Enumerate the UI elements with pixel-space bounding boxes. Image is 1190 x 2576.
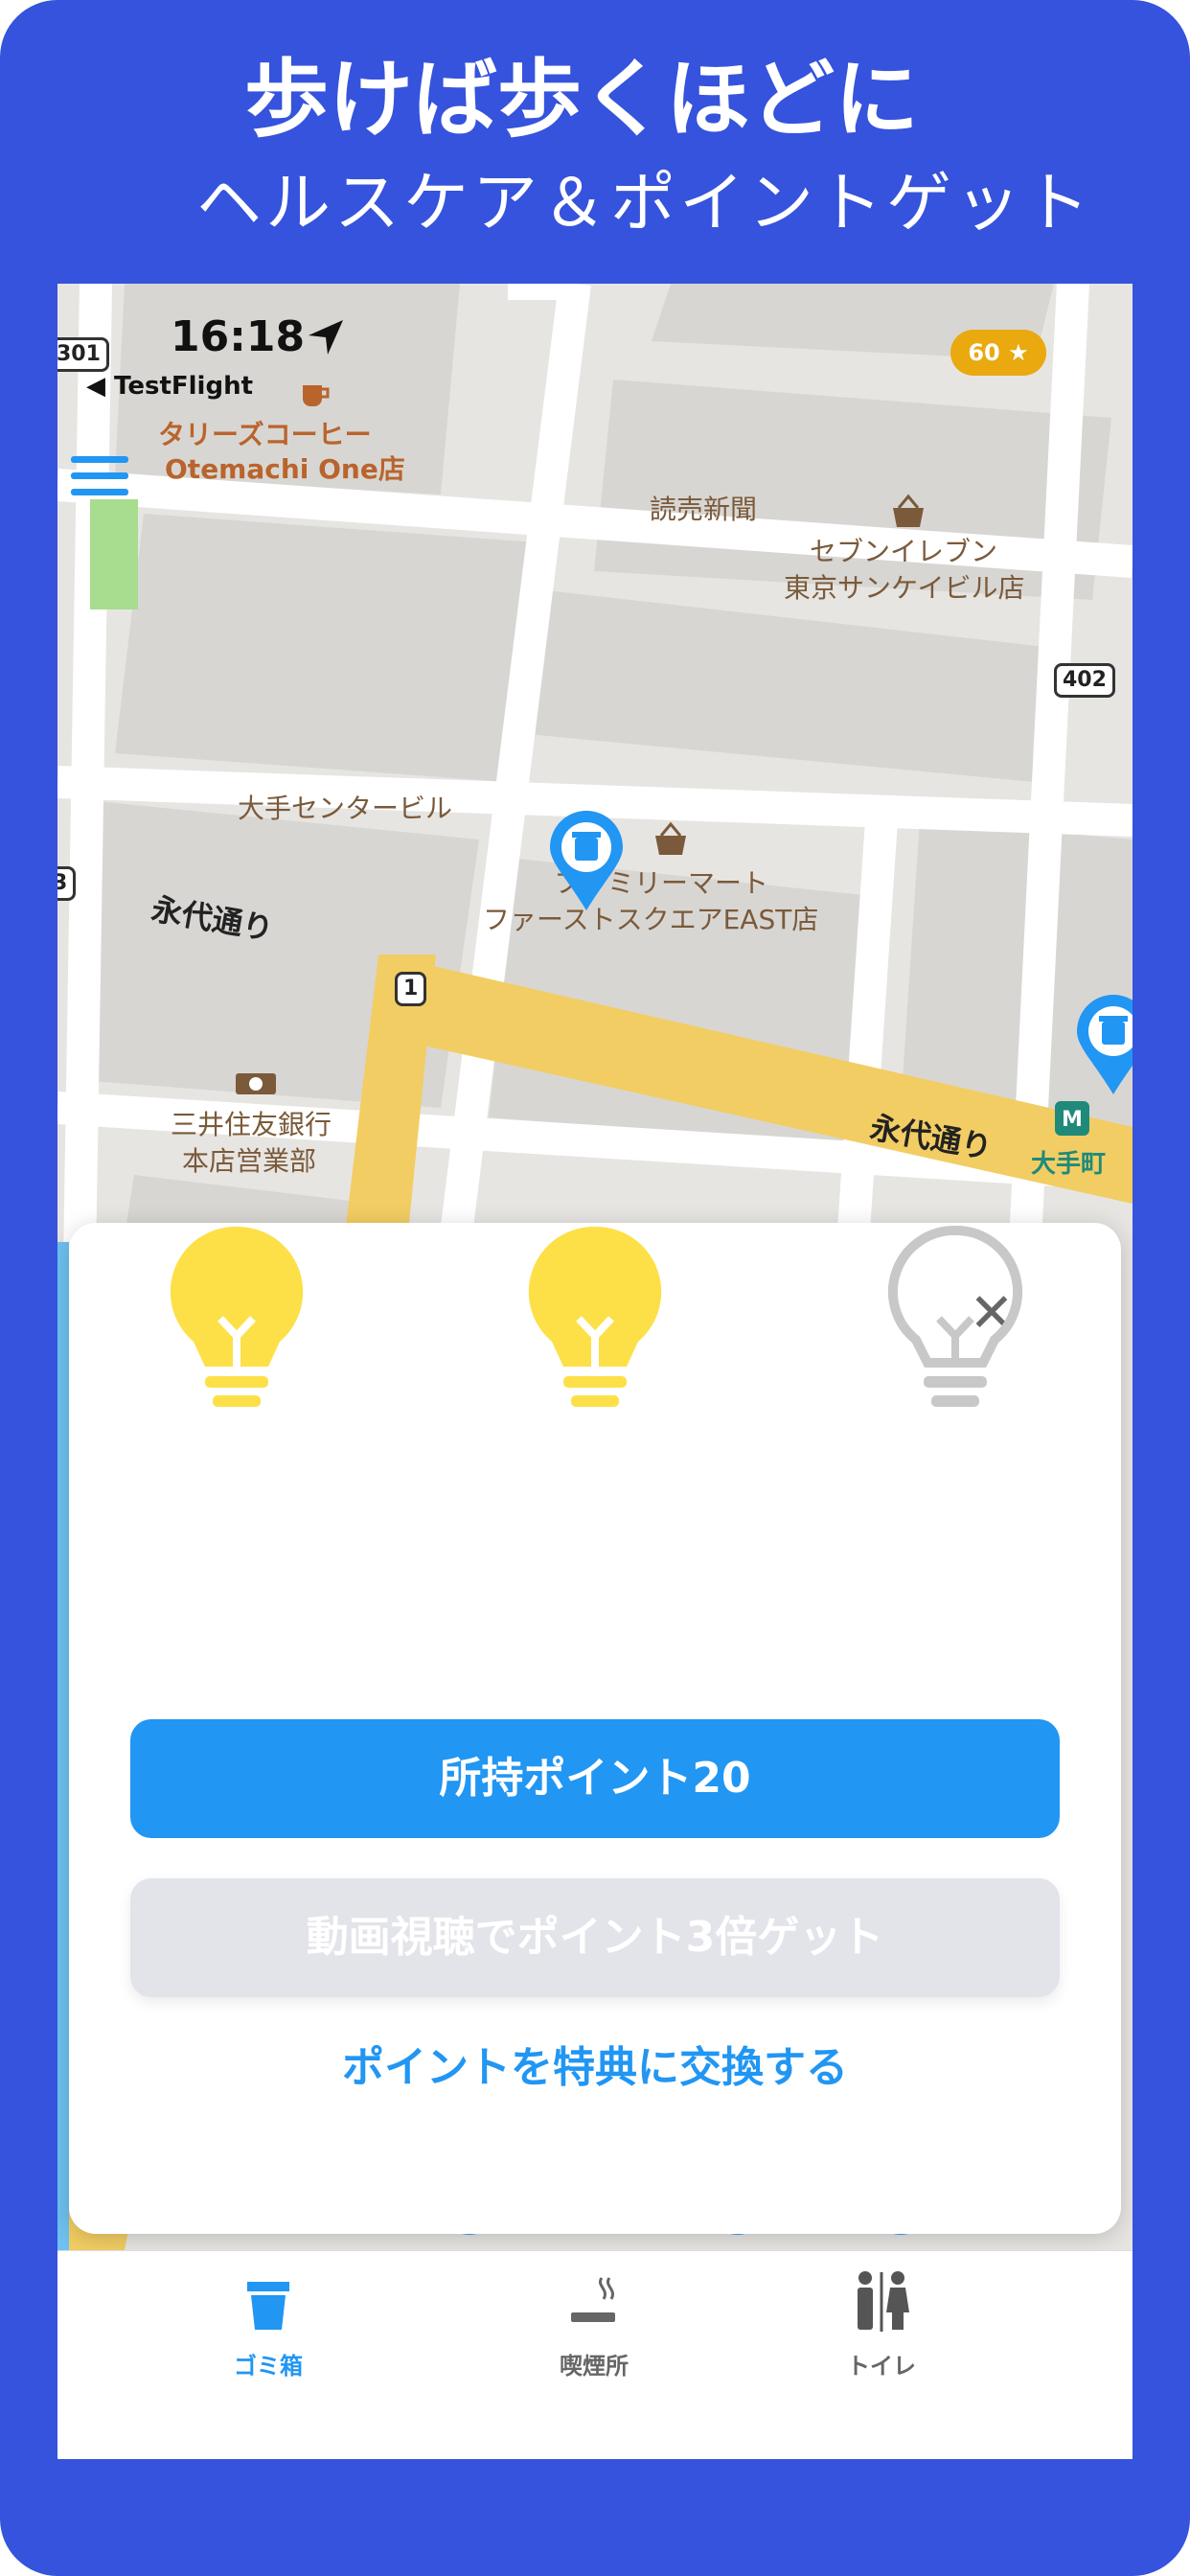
metro-station-icon: M [1055,1101,1089,1136]
status-time: 16:18 [171,312,306,361]
map-label-smbc-1: 三井住友銀行 [171,1109,332,1140]
coffee-icon [303,385,330,406]
tab-restroom[interactable]: トイレ [786,2268,977,2380]
shopping-basket-icon [655,821,686,855]
star-badge[interactable]: 60 ★ [950,330,1046,376]
tab-bar: ゴミ箱 喫煙所 トイレ [57,2250,1133,2459]
tab-label: ゴミ箱 [234,2353,303,2380]
route-shield-1: 1 [395,972,427,1006]
trash-map-pin[interactable] [1073,993,1133,1098]
testflight-back-link[interactable]: ◀ TestFlight [86,372,253,401]
phone-screen: 16:18 ◀ TestFlight 60 ★ タリーズコーヒー Otemach… [57,284,1133,2459]
map-label-station: 大手町 [1031,1150,1107,1179]
exchange-points-link[interactable]: ポイントを特典に交換する [69,2033,1121,2094]
map-label-smbc-2: 本店営業部 [182,1145,317,1177]
map-view[interactable]: 16:18 ◀ TestFlight 60 ★ タリーズコーヒー Otemach… [57,284,1133,2250]
map-label-seven-1: セブンイレブン [810,536,998,567]
promo-background: 歩けば歩くほどに ヘルスケア＆ポイントゲット 16:18 ◀ TestFligh… [0,0,1190,2576]
lightbulb-lit-icon [170,1226,304,1407]
tab-smoking[interactable]: 喫煙所 [498,2268,690,2380]
route-shield-301: 301 [57,337,109,372]
bank-icon [236,1073,276,1094]
restroom-icon [858,2271,909,2332]
smoking-icon [571,2277,615,2322]
map-label-famima-2: ファーストスクエアEAST店 [483,904,819,935]
points-balance-button[interactable]: 所持ポイント20 [130,1719,1060,1838]
promo-subline: ヘルスケア＆ポイントゲット [196,166,1094,242]
shopping-basket-icon [893,494,924,527]
lightbulb-unlit-icon [887,1225,1023,1407]
tab-label: トイレ [847,2353,916,2380]
tab-trash[interactable]: ゴミ箱 [172,2268,364,2380]
video-bonus-button: 動画視聴でポイント3倍ゲット [130,1878,1060,1997]
points-modal: ✕ 所持ポイント20 動画視聴でポイント3倍ゲット ポイントを特典に交換する [69,1223,1121,2234]
svg-text:M: M [1062,1108,1083,1132]
trash-bin-icon [247,2282,289,2330]
tab-label: 喫煙所 [560,2353,629,2380]
lightbulb-lit-icon [528,1226,662,1407]
route-shield-3: 3 [57,866,77,901]
map-label-yomiuri: 読売新聞 [650,494,758,525]
location-arrow-icon [309,320,343,355]
map-label-tullys-branch: Otemachi One店 [165,453,405,485]
map-label-tullys: タリーズコーヒー [158,419,372,450]
promo-headline: 歩けば歩くほどに [244,50,920,149]
trash-map-pin[interactable] [546,809,627,914]
route-shield-402: 402 [1054,663,1115,698]
menu-icon[interactable] [71,456,128,504]
map-label-otemachi-center: 大手センタービル [238,793,453,824]
map-label-seven-2: 東京サンケイビル店 [784,572,1025,604]
